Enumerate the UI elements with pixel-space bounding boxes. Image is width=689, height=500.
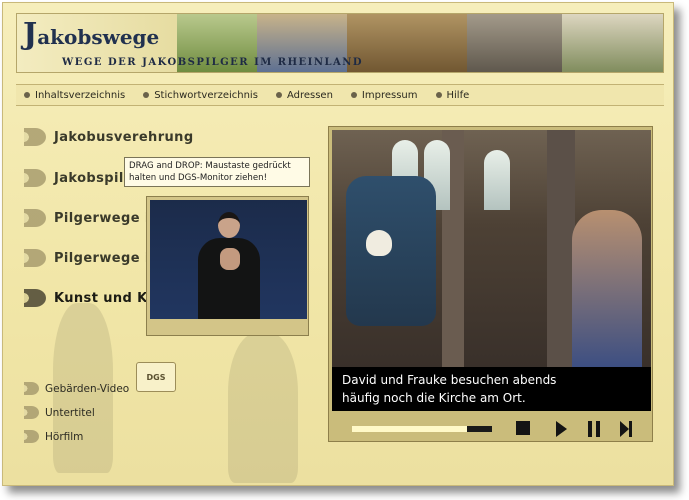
subtitle-line: David und Frauke besuchen abends (342, 373, 557, 387)
player-controls (332, 413, 651, 441)
signer-head (218, 212, 240, 238)
option-label: Gebärden-Video (45, 382, 130, 395)
sign-language-video (150, 200, 307, 319)
scallop-shell-icon (24, 169, 46, 187)
banner-photo (467, 14, 562, 72)
brand-initial: J (23, 17, 38, 52)
bullet-icon (275, 92, 282, 98)
drag-drop-tooltip: DRAG and DROP: Maustaste gedrückt halten… (124, 157, 310, 187)
banner-photo (347, 14, 467, 72)
bullet-icon (350, 92, 357, 98)
subtitle-box: David und Frauke besuchen abends häufig … (332, 367, 651, 411)
dgs-badge-label: DGS (146, 372, 166, 382)
nav-item-stichwortverzeichnis[interactable]: Stichwortverzeichnis (143, 90, 258, 101)
scallop-shell-icon (24, 209, 46, 227)
nav-label: Stichwortverzeichnis (154, 89, 258, 101)
church-window (484, 150, 510, 210)
nav-label: Hilfe (446, 89, 470, 101)
option-gebaerden-video[interactable]: Gebärden-Video (24, 382, 129, 395)
scallop-shell-icon (24, 430, 39, 443)
subtitle-line: häufig noch die Kirche am Ort. (342, 391, 526, 405)
pause-button[interactable] (588, 421, 600, 437)
menu-item-pilgerwege-1[interactable]: Pilgerwege in (24, 209, 159, 227)
scallop-shell-icon (24, 382, 39, 395)
background-pilgrim-figure (228, 333, 298, 483)
top-nav: Inhaltsverzeichnis Stichwortverzeichnis … (16, 84, 664, 106)
nav-item-adressen[interactable]: Adressen (275, 89, 333, 101)
menu-label: Pilgerwege in (54, 210, 160, 226)
pilgrim-backpack (346, 176, 436, 326)
video-player: David und Frauke besuchen abends häufig … (328, 126, 653, 442)
scallop-shell-icon (24, 406, 39, 419)
menu-label: Kunst und K (54, 290, 148, 306)
church-pillar (547, 130, 575, 367)
video-frame (332, 130, 651, 367)
banner-photo (562, 14, 663, 72)
bullet-icon (143, 92, 150, 98)
brand-logo: Jakobswege (23, 17, 159, 52)
menu-item-jakobspilger[interactable]: Jakobspilg (24, 169, 133, 187)
progress-fill (352, 426, 467, 432)
option-untertitel[interactable]: Untertitel (24, 406, 95, 419)
menu-label: Jakobspilg (54, 170, 134, 186)
stop-button[interactable] (516, 421, 530, 435)
nav-item-hilfe[interactable]: Hilfe (435, 89, 470, 101)
dgs-hand-icon[interactable]: DGS (136, 362, 176, 392)
brand-rest: akobswege (37, 25, 160, 49)
option-label: Hörfilm (45, 430, 84, 443)
nav-item-impressum[interactable]: Impressum (350, 89, 418, 101)
nav-item-inhaltsverzeichnis[interactable]: Inhaltsverzeichnis (24, 90, 125, 101)
menu-label: Pilgerwege in (54, 250, 160, 266)
scallop-shell-icon (24, 128, 46, 146)
pilgrim-figure (572, 210, 642, 367)
nav-label: Inhaltsverzeichnis (35, 89, 126, 101)
brand-tagline: WEGE DER JAKOBSPILGER IM RHEINLAND (62, 57, 364, 68)
menu-item-kunst-und-kultur[interactable]: Kunst und K (24, 289, 148, 307)
bullet-icon (435, 92, 442, 98)
nav-label: Impressum (361, 89, 418, 101)
scallop-shell-icon (24, 289, 46, 307)
dgs-monitor-window[interactable] (146, 196, 309, 336)
bullet-icon (24, 92, 30, 98)
play-button[interactable] (556, 421, 567, 437)
scallop-shell-icon (24, 249, 46, 267)
signer-hands (220, 248, 240, 270)
next-button[interactable] (620, 421, 632, 437)
nav-label: Adressen (286, 89, 333, 101)
header-banner: Jakobswege WEGE DER JAKOBSPILGER IM RHEI… (16, 13, 664, 73)
option-hoerfilm[interactable]: Hörfilm (24, 430, 83, 443)
menu-label: Jakobusverehrung (54, 129, 194, 145)
menu-item-pilgerwege-2[interactable]: Pilgerwege in (24, 249, 159, 267)
menu-item-jakobusverehrung[interactable]: Jakobusverehrung (24, 128, 194, 146)
progress-bar[interactable] (352, 426, 492, 432)
option-label: Untertitel (45, 406, 95, 419)
scallop-shell-icon (366, 230, 392, 256)
